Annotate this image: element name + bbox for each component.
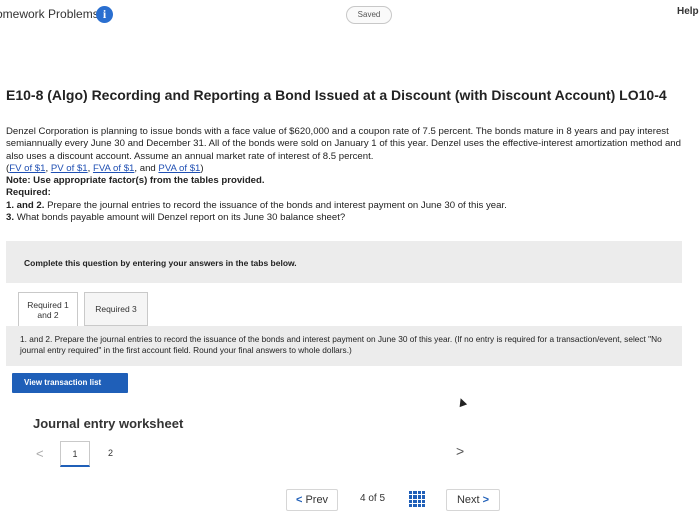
requirement-3-number: 3. xyxy=(6,212,15,224)
chevron-right-icon: > xyxy=(482,494,490,506)
next-button[interactable]: Next > xyxy=(446,489,500,511)
tab-required-3[interactable]: Required 3 xyxy=(84,292,148,326)
pva-table-link[interactable]: PVA of $1 xyxy=(158,163,200,174)
chevron-left-icon: < xyxy=(295,494,303,506)
tab-required-1-and-2-line2: and 2 xyxy=(37,310,59,320)
journal-next-arrow-icon[interactable]: > xyxy=(456,443,464,459)
current-page: 4 xyxy=(360,493,366,504)
requirement-3: 3. What bonds payable amount will Denzel… xyxy=(6,212,694,224)
requirement-1-2-text: Prepare the journal entries to record th… xyxy=(47,199,507,211)
tab-required-1-and-2-line1: Required 1 xyxy=(27,300,69,310)
journal-page-2[interactable]: 2 xyxy=(108,448,113,458)
tab-required-1-and-2[interactable]: Required 1 and 2 xyxy=(18,292,78,327)
complete-question-text: Complete this question by entering your … xyxy=(24,258,297,268)
and-text: and xyxy=(139,162,156,174)
journal-worksheet-title: Journal entry worksheet xyxy=(33,416,184,431)
problem-title: E10-8 (Algo) Recording and Reporting a B… xyxy=(6,87,667,103)
requirement-1-2: 1. and 2. Prepare the journal entries to… xyxy=(6,200,694,212)
instructions-text: 1. and 2. Prepare the journal entries to… xyxy=(20,334,662,355)
required-heading: Required: xyxy=(6,187,51,199)
total-pages: 5 xyxy=(379,493,386,504)
problem-description: Denzel Corporation is planning to issue … xyxy=(6,126,681,162)
info-icon[interactable]: i xyxy=(96,6,113,23)
complete-question-banner: Complete this question by entering your … xyxy=(6,241,682,283)
grid-icon[interactable] xyxy=(409,491,425,507)
page-of-label: of xyxy=(368,493,377,504)
next-label: Next xyxy=(456,494,480,506)
app-title: omework Problems xyxy=(0,7,99,21)
problem-description-block: Denzel Corporation is planning to issue … xyxy=(6,126,694,224)
pv-table-link[interactable]: PV of $1 xyxy=(51,163,88,174)
saved-status-badge: Saved xyxy=(346,6,392,24)
view-transaction-list-button[interactable]: View transaction list xyxy=(12,373,128,393)
help-link[interactable]: Help xyxy=(677,6,699,17)
factor-table-links: (FV of $1, PV of $1, FVA of $1, and PVA … xyxy=(6,162,204,174)
top-bar: omework Problems i Saved Help xyxy=(0,0,700,30)
journal-prev-arrow-icon[interactable]: < xyxy=(36,446,44,461)
factor-note: Note: Use appropriate factor(s) from the… xyxy=(6,175,265,187)
fv-table-link[interactable]: FV of $1 xyxy=(9,163,45,174)
requirement-3-text: What bonds payable amount will Denzel re… xyxy=(16,212,346,224)
instructions-panel: 1. and 2. Prepare the journal entries to… xyxy=(6,326,682,366)
page-counter: 4 of 5 xyxy=(360,493,385,504)
prev-label: Prev xyxy=(305,494,329,506)
prev-button[interactable]: < Prev xyxy=(286,489,338,511)
mouse-cursor-icon xyxy=(456,396,468,408)
journal-page-1[interactable]: 1 xyxy=(60,441,90,467)
requirement-1-2-number: 1. and 2. xyxy=(6,199,45,211)
fva-table-link[interactable]: FVA of $1 xyxy=(93,163,134,174)
